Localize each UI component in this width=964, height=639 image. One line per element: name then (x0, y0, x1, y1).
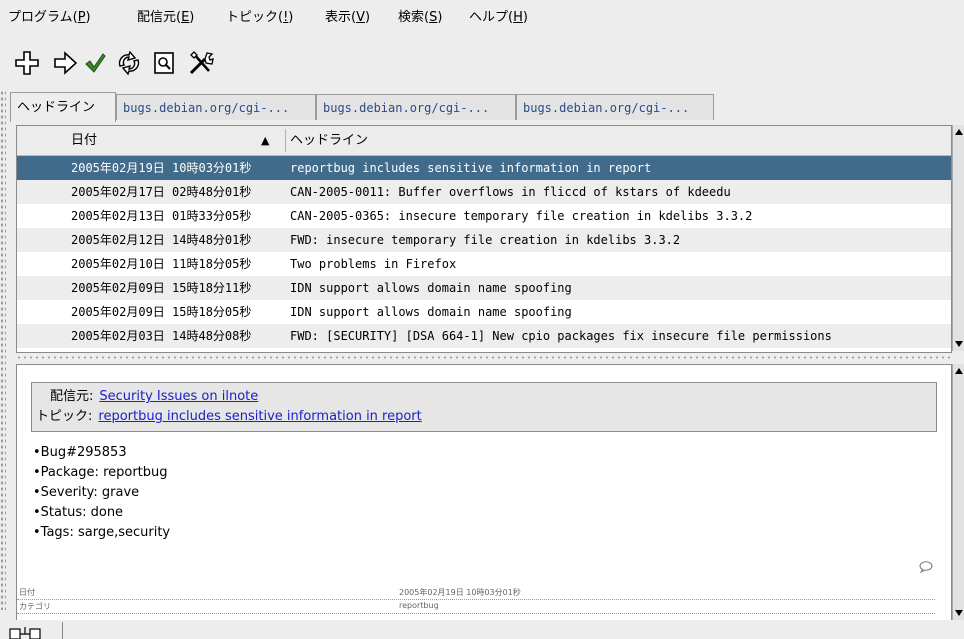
menu-help[interactable]: ヘルプ(H) (469, 10, 528, 26)
menu-program[interactable]: プログラム(P) (8, 10, 91, 26)
row-date: 2005年02月03日 14時48分08秒 (71, 329, 252, 343)
row-date: 2005年02月17日 02時48分01秒 (71, 185, 252, 199)
headlines-scrollbar[interactable] (952, 125, 964, 351)
row-title: CAN-2005-0011: Buffer overflows in flicc… (290, 185, 731, 199)
scroll-up-icon[interactable] (955, 368, 963, 374)
meta-source: 配信元: Security Issues on ilnote (50, 387, 258, 407)
sort-ascending-icon[interactable]: ▲ (261, 126, 275, 155)
mark-read-icon (85, 53, 106, 73)
search-button[interactable] (150, 48, 180, 78)
tab-bugs-3[interactable]: bugs.debian.org/cgi-... (516, 94, 714, 120)
row-date: 2005年02月13日 01時33分05秒 (71, 209, 252, 223)
source-link[interactable]: Security Issues on ilnote (99, 389, 258, 404)
add-feed-icon (15, 51, 39, 75)
column-divider[interactable] (285, 129, 286, 152)
row-date: 2005年02月10日 11時18分05秒 (71, 257, 252, 271)
search-icon (154, 52, 174, 74)
left-splitter[interactable] (0, 90, 6, 610)
status-divider (62, 622, 63, 639)
tab-bugs-1[interactable]: bugs.debian.org/cgi-... (116, 94, 316, 120)
scroll-up-icon[interactable] (955, 129, 963, 135)
pane-splitter[interactable] (16, 355, 950, 360)
topic-link[interactable]: reportbug includes sensitive information… (98, 409, 421, 424)
table-row[interactable]: 2005年02月17日 02時48分01秒 CAN-2005-0011: Buf… (17, 180, 951, 204)
row-title: IDN support allows domain name spoofing (290, 281, 572, 295)
next-unread-icon (54, 51, 78, 75)
row-title: Two problems in Firefox (290, 257, 457, 271)
list-item: Package: reportbug (33, 463, 170, 483)
row-title: IDN support allows domain name spoofing (290, 305, 572, 319)
topic-label: トピック: (36, 409, 93, 424)
table-row[interactable]: 2005年02月09日 15時18分05秒 IDN support allows… (17, 300, 951, 324)
article-preview: 配信元: Security Issues on ilnote トピック: repor… (16, 364, 952, 622)
row-date: 2005年02月19日 10時03分01秒 (71, 161, 252, 175)
article-meta: 配信元: Security Issues on ilnote トピック: repor… (31, 382, 937, 432)
table-row[interactable]: 2005年02月10日 11時18分05秒 Two problems in Fi… (17, 252, 951, 276)
footer-row: 日付 2005年02月19日 10時03分01秒 (17, 585, 935, 600)
footer-category-value: reportbug (399, 601, 439, 610)
add-feed-button[interactable] (12, 48, 42, 78)
tab-strip: ヘッドライン bugs.debian.org/cgi-... bugs.debi… (10, 92, 960, 124)
tab-bugs-2[interactable]: bugs.debian.org/cgi-... (316, 94, 516, 120)
table-row[interactable]: 2005年02月03日 14時48分08秒 FWD: [SECURITY] [D… (17, 324, 951, 348)
list-item: Tags: sarge,security (33, 523, 170, 543)
menu-bar: プログラム(P) 配信元(E) トピック(!) 表示(V) 検索(S) ヘルプ(… (0, 0, 964, 38)
scroll-down-icon[interactable] (955, 610, 963, 616)
row-title: FWD: insecure temporary file creation in… (290, 233, 681, 247)
table-row[interactable]: 2005年02月12日 14時48分01秒 FWD: insecure temp… (17, 228, 951, 252)
preview-scrollbar[interactable] (952, 364, 964, 620)
mark-read-button[interactable] (80, 48, 110, 78)
comment-icon[interactable] (919, 561, 933, 573)
row-date: 2005年02月09日 15時18分11秒 (71, 281, 252, 295)
article-footer: 日付 2005年02月19日 10時03分01秒 カテゴリ reportbug (17, 585, 935, 617)
list-item: Bug#295853 (33, 443, 170, 463)
next-unread-button[interactable] (50, 48, 80, 78)
column-headline[interactable]: ヘッドライン (290, 126, 590, 155)
row-title: FWD: [SECURITY] [DSA 664-1] New cpio pac… (290, 329, 832, 343)
list-item: Status: done (33, 503, 170, 523)
row-title: CAN-2005-0365: insecure temporary file c… (290, 209, 753, 223)
menu-view[interactable]: 表示(V) (325, 10, 370, 26)
article-body: Bug#295853 Package: reportbug Severity: … (33, 443, 170, 543)
menu-feeds[interactable]: 配信元(E) (137, 10, 194, 26)
refresh-button[interactable] (114, 48, 144, 78)
table-row[interactable]: 2005年02月13日 01時33分05秒 CAN-2005-0365: ins… (17, 204, 951, 228)
footer-date-value: 2005年02月19日 10時03分01秒 (399, 588, 521, 597)
preferences-button[interactable] (186, 48, 216, 78)
headlines-header: 日付 ▲ ヘッドライン (17, 126, 951, 156)
table-row[interactable]: 2005年02月19日 10時03分01秒 reportbug includes… (17, 156, 951, 180)
footer-date-label: 日付 (19, 588, 35, 597)
menu-search[interactable]: 検索(S) (398, 10, 442, 26)
network-status-icon (9, 627, 41, 639)
footer-row: カテゴリ reportbug (17, 599, 935, 614)
preferences-icon (189, 51, 214, 75)
table-row[interactable]: 2005年02月09日 15時18分11秒 IDN support allows… (17, 276, 951, 300)
scroll-down-icon[interactable] (955, 341, 963, 347)
column-date[interactable]: 日付 (71, 126, 271, 155)
meta-topic: トピック: reportbug includes sensitive inform… (36, 407, 422, 427)
headlines-table: 日付 ▲ ヘッドライン 2005年02月19日 10時03分01秒 report… (16, 125, 952, 353)
menu-topic[interactable]: トピック(!) (226, 10, 293, 26)
row-title: reportbug includes sensitive information… (290, 161, 652, 175)
refresh-icon (118, 50, 140, 76)
footer-category-label: カテゴリ (19, 602, 51, 611)
row-date: 2005年02月09日 15時18分05秒 (71, 305, 252, 319)
status-bar (0, 620, 964, 639)
source-label: 配信元: (50, 389, 94, 404)
toolbar (0, 40, 964, 86)
tab-headlines[interactable]: ヘッドライン (10, 92, 116, 122)
list-item: Severity: grave (33, 483, 170, 503)
row-date: 2005年02月12日 14時48分01秒 (71, 233, 252, 247)
